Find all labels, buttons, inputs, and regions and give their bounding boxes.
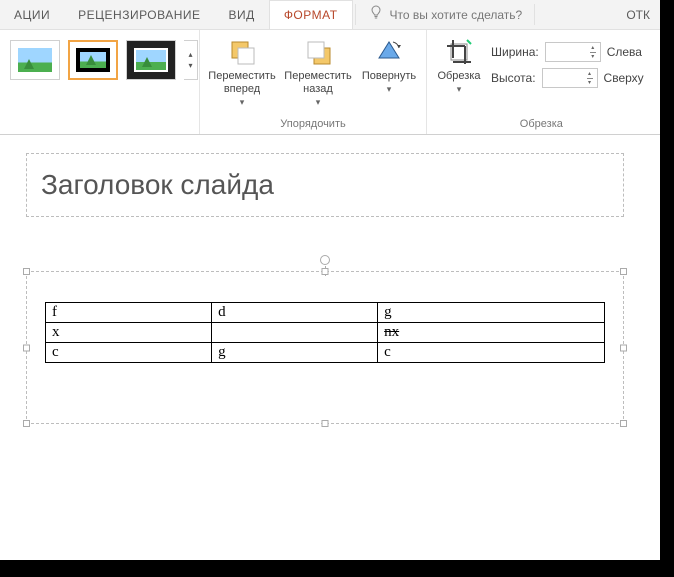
- group-label-arrange: Упорядочить: [206, 116, 420, 134]
- tab-separator: [355, 4, 356, 25]
- selected-object-wrap: f d g x nx c g c: [26, 271, 624, 424]
- rotate-label: Повернуть: [362, 70, 416, 83]
- table-cell[interactable]: c: [46, 343, 212, 363]
- table-cell[interactable]: g: [212, 343, 378, 363]
- send-backward-label: Переместить назад: [284, 70, 352, 96]
- group-crop: Обрезка ▾ Ширина: ▴▾ Слева Высота: ▴▾ Св…: [427, 30, 656, 134]
- bring-forward-label: Переместить вперед: [208, 70, 276, 96]
- dropdown-icon: ▾: [316, 96, 321, 109]
- chevron-down-icon: ▾: [188, 61, 192, 70]
- rotate-icon: [373, 36, 405, 68]
- ribbon-tabstrip: АЦИИ РЕЦЕНЗИРОВАНИЕ ВИД ФОРМАТ Что вы хо…: [0, 0, 660, 30]
- crop-icon: [443, 36, 475, 68]
- resize-handle-bl[interactable]: [23, 420, 30, 427]
- dropdown-icon: ▾: [457, 83, 462, 96]
- group-label-styles: [6, 116, 193, 134]
- tab-format[interactable]: ФОРМАТ: [269, 0, 353, 29]
- slide-table[interactable]: f d g x nx c g c: [45, 302, 605, 363]
- resize-handle-mr[interactable]: [620, 344, 627, 351]
- selection-frame[interactable]: f d g x nx c g c: [26, 271, 624, 424]
- resize-handle-tr[interactable]: [620, 268, 627, 275]
- tab-review[interactable]: РЕЦЕНЗИРОВАНИЕ: [64, 0, 214, 29]
- table-cell[interactable]: nx: [378, 323, 605, 343]
- crop-label: Обрезка: [437, 70, 480, 83]
- lightbulb-icon: [368, 5, 384, 24]
- rotation-handle[interactable]: [320, 255, 330, 265]
- rotate-button[interactable]: Повернуть ▾: [358, 34, 420, 98]
- ribbon: ▴ ▾ Переместить вперед ▾: [0, 30, 660, 135]
- table-cell[interactable]: c: [378, 343, 605, 363]
- title-placeholder[interactable]: Заголовок слайда: [26, 153, 624, 217]
- resize-handle-bm[interactable]: [322, 420, 329, 427]
- chevron-up-icon: ▴: [188, 50, 192, 59]
- slide[interactable]: Заголовок слайда f d: [8, 153, 642, 553]
- tab-animations[interactable]: АЦИИ: [0, 0, 64, 29]
- send-backward-button[interactable]: Переместить назад ▾: [282, 34, 354, 111]
- table-row[interactable]: c g c: [46, 343, 605, 363]
- picture-style-3[interactable]: [126, 40, 176, 80]
- resize-handle-ml[interactable]: [23, 344, 30, 351]
- tab-separator-2: [534, 4, 535, 25]
- resize-handle-tl[interactable]: [23, 268, 30, 275]
- height-spinner[interactable]: ▴▾: [542, 68, 598, 88]
- width-label: Ширина:: [491, 45, 539, 59]
- tab-view[interactable]: ВИД: [215, 0, 269, 29]
- crop-button[interactable]: Обрезка ▾: [433, 34, 485, 98]
- table-cell[interactable]: f: [46, 303, 212, 323]
- width-spinner[interactable]: ▴▾: [545, 42, 601, 62]
- table-cell[interactable]: [212, 323, 378, 343]
- table-cell[interactable]: g: [378, 303, 605, 323]
- picture-styles-gallery[interactable]: ▴ ▾: [6, 34, 202, 80]
- table-cell[interactable]: x: [46, 323, 212, 343]
- resize-handle-br[interactable]: [620, 420, 627, 427]
- app-window: АЦИИ РЕЦЕНЗИРОВАНИЕ ВИД ФОРМАТ Что вы хо…: [0, 0, 660, 560]
- tell-me-placeholder: Что вы хотите сделать?: [390, 8, 523, 22]
- table-row[interactable]: f d g: [46, 303, 605, 323]
- tell-me-search[interactable]: Что вы хотите сделать?: [358, 0, 533, 29]
- dropdown-icon: ▾: [240, 96, 245, 109]
- title-text[interactable]: Заголовок слайда: [41, 169, 274, 201]
- picture-style-1[interactable]: [10, 40, 60, 80]
- tab-right-partial[interactable]: ОТК: [616, 0, 660, 29]
- send-backward-icon: [302, 36, 334, 68]
- dropdown-icon: ▾: [387, 83, 392, 96]
- left-label: Слева: [607, 45, 642, 59]
- group-label-crop: Обрезка: [433, 116, 650, 134]
- top-label: Сверху: [604, 71, 644, 85]
- picture-style-2[interactable]: [68, 40, 118, 80]
- slide-workspace[interactable]: Заголовок слайда f d: [0, 135, 660, 560]
- bring-forward-button[interactable]: Переместить вперед ▾: [206, 34, 278, 111]
- group-arrange: Переместить вперед ▾ Переместить назад ▾…: [200, 30, 427, 134]
- table-cell[interactable]: d: [212, 303, 378, 323]
- size-controls: Ширина: ▴▾ Слева Высота: ▴▾ Сверху: [489, 34, 650, 88]
- resize-handle-tm[interactable]: [322, 268, 329, 275]
- group-picture-styles: ▴ ▾: [0, 30, 200, 134]
- table-row[interactable]: x nx: [46, 323, 605, 343]
- height-label: Высота:: [491, 71, 536, 85]
- bring-forward-icon: [226, 36, 258, 68]
- gallery-more-button[interactable]: ▴ ▾: [184, 40, 198, 80]
